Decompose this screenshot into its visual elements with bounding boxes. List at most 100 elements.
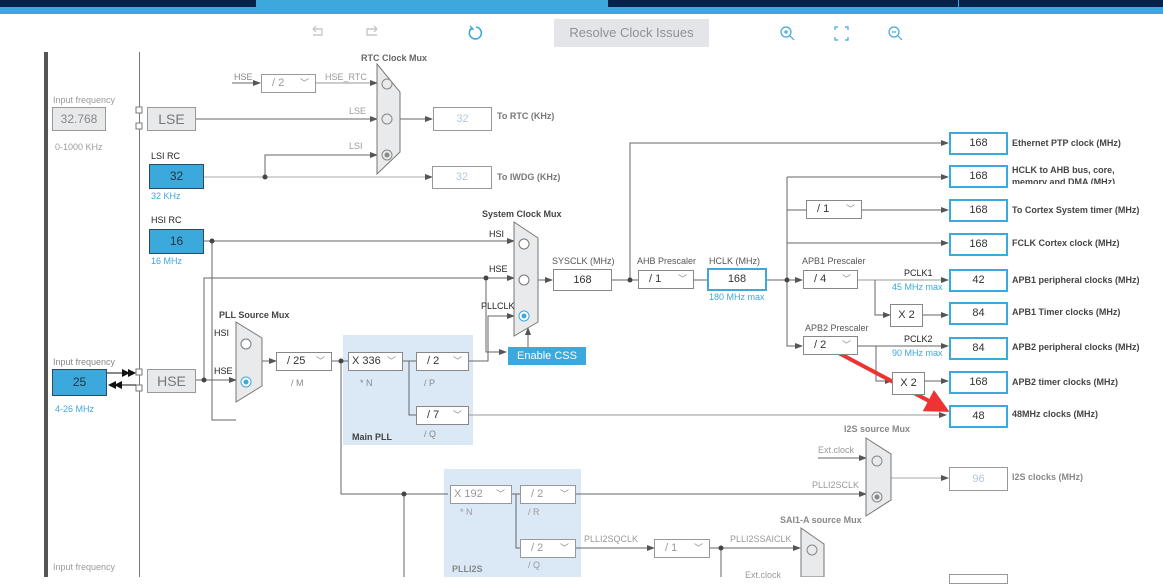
- fclk-cortex-label: FCLK Cortex clock (MHz): [1012, 238, 1120, 248]
- apb2-timer-value[interactable]: 168: [949, 371, 1008, 394]
- apb1-peripheral-label: APB1 peripheral clocks (MHz): [1012, 275, 1140, 285]
- pll-n-label: * N: [360, 378, 373, 388]
- cortex-timer-divider-select[interactable]: / 1 ﹀: [806, 200, 862, 219]
- i2s-source-mux-title: I2S source Mux: [844, 424, 911, 434]
- pll-source-mux-title: PLL Source Mux: [219, 310, 290, 320]
- chevron-down-icon: ﹀: [495, 489, 505, 499]
- pclk1-label: PCLK1: [904, 268, 933, 278]
- apb2-peripheral-label: APB2 peripheral clocks (MHz): [1012, 342, 1140, 352]
- sysclk-label: SYSCLK (MHz): [552, 256, 615, 266]
- 48mhz-clock-label: 48MHz clocks (MHz): [1012, 409, 1099, 419]
- ethernet-ptp-clock-value[interactable]: 168: [949, 132, 1008, 155]
- pclk2-label: PCLK2: [904, 334, 933, 344]
- lsi-title: LSI RC: [151, 151, 181, 161]
- pll-mux-hsi-label: HSI: [214, 328, 230, 338]
- to-rtc-label: To RTC (KHz): [497, 111, 555, 121]
- apb1-peripheral-value[interactable]: 42: [949, 269, 1008, 292]
- plli2s-r-value: / 2: [531, 488, 544, 500]
- ahb-prescaler-value: / 1: [649, 273, 662, 285]
- pll-m-divider-select[interactable]: / 25 ﹀: [276, 352, 332, 371]
- ethernet-ptp-clock-label: Ethernet PTP clock (MHz): [1012, 138, 1121, 148]
- plli2s-sai-divider-value: / 1: [665, 542, 678, 554]
- hclk-label: HCLK (MHz): [709, 256, 760, 266]
- pll-m-value: / 25: [287, 355, 306, 367]
- sys-mux-pllclk-label: PLLCLK: [481, 301, 515, 311]
- hse-frequency-input[interactable]: 25: [52, 369, 107, 396]
- apb1-timer-multiplier: X 2: [890, 304, 923, 327]
- plli2s-q-value: / 2: [531, 542, 544, 554]
- rtc-hse-divider-select[interactable]: / 2 ﹀: [261, 74, 316, 93]
- pll-p-label: / P: [424, 378, 436, 388]
- i2s-plli2sclk-label: PLLI2SCLK: [812, 480, 860, 490]
- sai-ext-clock-label: Ext.clock: [745, 570, 782, 580]
- chevron-down-icon: ﹀: [559, 543, 569, 553]
- chevron-down-icon: ﹀: [386, 356, 396, 366]
- apb1-timer-value[interactable]: 84: [949, 302, 1008, 325]
- chevron-down-icon: ﹀: [299, 78, 309, 88]
- cortex-timer-divider-value: / 1: [817, 203, 830, 215]
- bottom-input-label: Input frequency: [53, 562, 116, 572]
- sai1a-source-mux-title: SAI1-A source Mux: [780, 515, 862, 525]
- chevron-down-icon: ﹀: [845, 204, 855, 214]
- plli2s-title: PLLI2S: [452, 564, 483, 574]
- hclk-ahb-label: HCLK to AHB bus, core, memory and DMA (M…: [1012, 165, 1116, 184]
- hclk-input[interactable]: 168: [707, 268, 767, 291]
- pll-mux-hse-label: HSE: [214, 366, 233, 376]
- apb2-prescaler-label: APB2 Prescaler: [805, 323, 869, 333]
- lse-range: 0-1000 KHz: [55, 142, 103, 152]
- plli2s-n-multiplier-select[interactable]: X 192 ﹀: [450, 485, 512, 504]
- rtc-hse-label: HSE: [234, 72, 253, 82]
- pll-q-divider-select[interactable]: / 7 ﹀: [416, 406, 469, 425]
- main-pll-title: Main PLL: [352, 432, 392, 442]
- enable-css-button[interactable]: Enable CSS: [508, 347, 586, 365]
- apb2-peripheral-value[interactable]: 84: [949, 337, 1008, 360]
- pll-q-value: / 7: [427, 409, 440, 421]
- 48mhz-clock-value[interactable]: 48: [949, 405, 1008, 428]
- apb1-prescaler-select[interactable]: / 4 ﹀: [803, 270, 858, 289]
- pll-p-value: / 2: [427, 355, 440, 367]
- chevron-down-icon: ﹀: [452, 410, 462, 420]
- plli2s-r-label: / R: [528, 507, 540, 517]
- rtc-mux-title: RTC Clock Mux: [361, 53, 428, 63]
- i2s-clock-value: 96: [949, 467, 1008, 491]
- pll-q-label: / Q: [424, 429, 437, 439]
- chevron-down-icon: ﹀: [315, 356, 325, 366]
- pclk1-max: 45 MHz max: [892, 282, 943, 292]
- sai1a-source-mux: [800, 527, 825, 577]
- pll-p-divider-select[interactable]: / 2 ﹀: [416, 352, 469, 371]
- apb2-timer-label: APB2 timer clocks (MHz): [1012, 377, 1119, 387]
- hsi-title: HSI RC: [151, 215, 182, 225]
- rtc-hse-rtc-label: HSE_RTC: [325, 72, 367, 82]
- lsi-rc-value: 32: [149, 164, 204, 189]
- pll-source-mux: [235, 321, 263, 403]
- chevron-down-icon: ﹀: [677, 274, 687, 284]
- chevron-down-icon: ﹀: [693, 543, 703, 553]
- pclk2-max: 90 MHz max: [892, 348, 943, 358]
- hsi-rc-value: 16: [149, 229, 204, 254]
- plli2s-r-divider-select[interactable]: / 2 ﹀: [520, 485, 576, 504]
- apb1-prescaler-value: / 4: [814, 273, 827, 285]
- apb1-prescaler-label: APB1 Prescaler: [802, 256, 866, 266]
- cortex-system-timer-value[interactable]: 168: [949, 199, 1008, 222]
- to-iwdg-label: To IWDG (KHz): [497, 172, 561, 182]
- i2s-source-mux: [865, 437, 892, 517]
- ahb-prescaler-select[interactable]: / 1 ﹀: [638, 270, 694, 289]
- plli2s-q-divider-select[interactable]: / 2 ﹀: [520, 539, 576, 558]
- pll-n-multiplier-select[interactable]: X 336 ﹀: [348, 352, 403, 371]
- to-rtc-value: 32: [433, 107, 492, 131]
- hse-source: HSE: [147, 369, 196, 393]
- sai-clock-value: [949, 574, 1008, 584]
- plli2s-sai-divider-select[interactable]: / 1 ﹀: [654, 539, 710, 558]
- rtc-hse-divider-value: / 2: [272, 77, 285, 89]
- lse-frequency-input[interactable]: 32.768: [52, 107, 106, 131]
- apb2-prescaler-value: / 2: [814, 339, 827, 351]
- hclk-ahb-value[interactable]: 168: [949, 165, 1008, 188]
- fclk-cortex-value[interactable]: 168: [949, 233, 1008, 256]
- left-border: [44, 52, 48, 577]
- lse-source: LSE: [147, 107, 196, 131]
- chevron-down-icon: ﹀: [841, 274, 851, 284]
- chevron-down-icon: ﹀: [559, 489, 569, 499]
- apb2-prescaler-select[interactable]: / 2 ﹀: [803, 336, 858, 355]
- to-iwdg-value: 32: [432, 166, 492, 189]
- hsi-unit: 16 MHz: [151, 256, 183, 266]
